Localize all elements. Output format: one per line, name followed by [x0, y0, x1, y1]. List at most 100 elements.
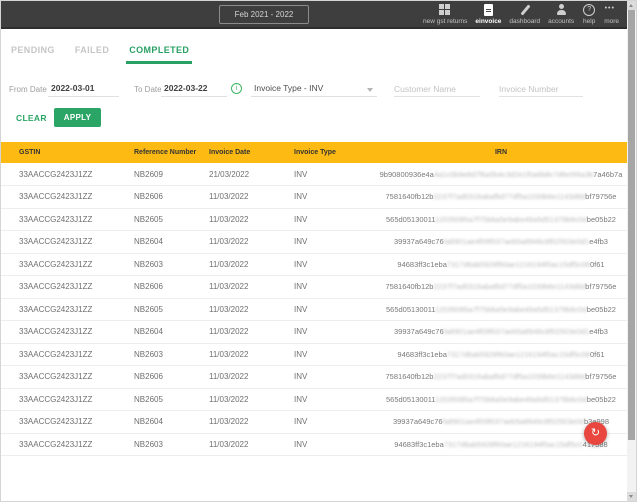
to-date-input[interactable]: 2022-03-22 [161, 81, 227, 97]
status-tabs: PENDING FAILED COMPLETED [11, 45, 189, 64]
info-icon[interactable] [231, 83, 242, 94]
cell-invoice-date: 11/03/2022 [191, 411, 276, 434]
cell-irn: 39937a649c76fa8901ae4f09f037aeb5a8946c8f… [373, 321, 629, 344]
cell-gstin: 33AACCG2423J1ZZ [1, 433, 116, 456]
irn-visible-start: 39937a649c76 [393, 417, 443, 426]
cell-invoice-type: INV [276, 253, 373, 276]
pencil-icon [518, 4, 532, 16]
irn-visible-end: bf79756e [585, 192, 616, 201]
cell-invoice-date: 11/03/2022 [191, 321, 276, 344]
nav-item[interactable]: more [604, 4, 619, 25]
nav-item[interactable]: new gst returns [423, 4, 467, 25]
tab[interactable]: FAILED [75, 45, 109, 64]
irn-visible-start: 9b90800936e4a [380, 170, 434, 179]
cell-irn: 94683ff3c1eba7317d6ab5928f60ae1216194f0a… [373, 253, 629, 276]
invoice-type-select[interactable]: Invoice Type - INV [251, 81, 377, 97]
irn-visible-start: 94683ff3c1eba [394, 440, 444, 449]
tab-label: PENDING [11, 45, 55, 55]
irn-visible-start: 565d05130011 [386, 305, 435, 314]
irn-visible-end: bf79756e [585, 372, 616, 381]
nav-item[interactable]: help [582, 4, 596, 25]
irn-visible-start: 39937a649c76 [394, 237, 444, 246]
table-row: 33AACCG2423J1ZZ NB2605 11/03/2022 INV 56… [1, 298, 629, 321]
clear-button[interactable]: CLEAR [16, 113, 47, 123]
refresh-fab-button[interactable] [584, 422, 607, 445]
cell-reference-number: NB2605 [116, 388, 191, 411]
scroll-up-button[interactable] [627, 1, 636, 10]
cell-reference-number: NB2604 [116, 231, 191, 254]
cell-gstin: 33AACCG2423J1ZZ [1, 163, 116, 186]
period-selector-button[interactable]: Feb 2021 - 2022 [219, 5, 309, 24]
cell-invoice-type: INV [276, 411, 373, 434]
tab[interactable]: PENDING [11, 45, 55, 64]
column-header: Invoice Date [191, 142, 276, 163]
table-header: GSTIN Reference Number Invoice Date Invo… [1, 142, 629, 163]
column-header: IRN [373, 142, 629, 163]
cell-invoice-date: 11/03/2022 [191, 433, 276, 456]
scrollbar-thumb[interactable] [628, 10, 635, 440]
irn-visible-start: 94683ff3c1eba [397, 260, 447, 269]
more-icon [605, 4, 619, 16]
cell-invoice-date: 21/03/2022 [191, 163, 276, 186]
cell-invoice-date: 11/03/2022 [191, 343, 276, 366]
cell-invoice-type: INV [276, 231, 373, 254]
irn-visible-start: 7581640fb12b [386, 372, 434, 381]
cell-gstin: 33AACCG2423J1ZZ [1, 298, 116, 321]
irn-redacted-middle: 12035085a7f75b6a5e9abe49a5d51379b6c0d [435, 305, 587, 314]
nav-item-label: accounts [548, 18, 574, 25]
irn-redacted-middle: 12035085a7f75b6a5e9abe49a5d51379b6c0d [435, 215, 587, 224]
cell-reference-number: NB2605 [116, 298, 191, 321]
table-row: 33AACCG2423J1ZZ NB2603 11/03/2022 INV 94… [1, 253, 629, 276]
table-body: 33AACCG2423J1ZZ NB2609 21/03/2022 INV 9b… [1, 163, 629, 456]
nav-item[interactable]: einvoice [475, 4, 501, 25]
cell-invoice-type: INV [276, 433, 373, 456]
scroll-down-button[interactable] [627, 492, 636, 501]
table-row: 33AACCG2423J1ZZ NB2604 11/03/2022 INV 39… [1, 411, 629, 434]
from-date-input[interactable]: 2022-03-01 [48, 81, 119, 97]
nav-item[interactable]: dashboard [509, 4, 540, 25]
cell-irn: 565d0513001112035085a7f75b6a5e9abe49a5d5… [373, 208, 629, 231]
tab[interactable]: COMPLETED [129, 45, 189, 64]
from-date-label: From Date [9, 85, 47, 94]
cell-gstin: 33AACCG2423J1ZZ [1, 366, 116, 389]
cell-gstin: 33AACCG2423J1ZZ [1, 343, 116, 366]
table-row: 33AACCG2423J1ZZ NB2603 11/03/2022 INV 94… [1, 343, 629, 366]
help-icon [582, 4, 596, 16]
table-row: 33AACCG2423J1ZZ NB2606 11/03/2022 INV 75… [1, 366, 629, 389]
cell-reference-number: NB2606 [116, 276, 191, 299]
vertical-scrollbar[interactable] [627, 1, 636, 501]
cell-invoice-type: INV [276, 208, 373, 231]
cell-reference-number: NB2603 [116, 343, 191, 366]
invoices-table: GSTIN Reference Number Invoice Date Invo… [1, 142, 629, 456]
irn-visible-start: 565d05130011 [386, 395, 435, 404]
cell-invoice-type: INV [276, 321, 373, 344]
irn-visible-start: 7581640fb12b [386, 192, 434, 201]
customer-name-input[interactable] [394, 81, 480, 97]
cell-reference-number: NB2604 [116, 411, 191, 434]
table-row: 33AACCG2423J1ZZ NB2604 11/03/2022 INV 39… [1, 231, 629, 254]
cell-invoice-date: 11/03/2022 [191, 276, 276, 299]
table-row: 33AACCG2423J1ZZ NB2605 11/03/2022 INV 56… [1, 388, 629, 411]
irn-visible-end: 0f61 [590, 350, 605, 359]
cell-gstin: 33AACCG2423J1ZZ [1, 411, 116, 434]
cell-irn: 7581640fb12b2237f7ad0316abaf6d77df5a1039… [373, 186, 629, 209]
cell-reference-number: NB2609 [116, 163, 191, 186]
table-row: 33AACCG2423J1ZZ NB2605 11/03/2022 INV 56… [1, 208, 629, 231]
irn-redacted-middle: 12035085a7f75b6a5e9abe49a5d51379b6c0d [435, 395, 587, 404]
einvoice-app-window: Feb 2021 - 2022 new gst returns einvoice… [0, 0, 637, 502]
cell-invoice-date: 11/03/2022 [191, 366, 276, 389]
irn-visible-start: 39937a649c76 [394, 327, 444, 336]
cell-gstin: 33AACCG2423J1ZZ [1, 231, 116, 254]
apply-button[interactable]: APPLY [54, 108, 101, 127]
nav-item-label: new gst returns [423, 18, 467, 25]
top-nav: new gst returns einvoice dashboard accou… [423, 4, 619, 25]
cell-reference-number: NB2603 [116, 433, 191, 456]
cell-gstin: 33AACCG2423J1ZZ [1, 321, 116, 344]
cell-invoice-type: INV [276, 186, 373, 209]
grid-icon [438, 4, 452, 16]
document-icon [481, 4, 495, 16]
cell-gstin: 33AACCG2423J1ZZ [1, 253, 116, 276]
invoice-number-input[interactable] [499, 81, 583, 97]
column-header: GSTIN [1, 142, 116, 163]
nav-item[interactable]: accounts [548, 4, 574, 25]
